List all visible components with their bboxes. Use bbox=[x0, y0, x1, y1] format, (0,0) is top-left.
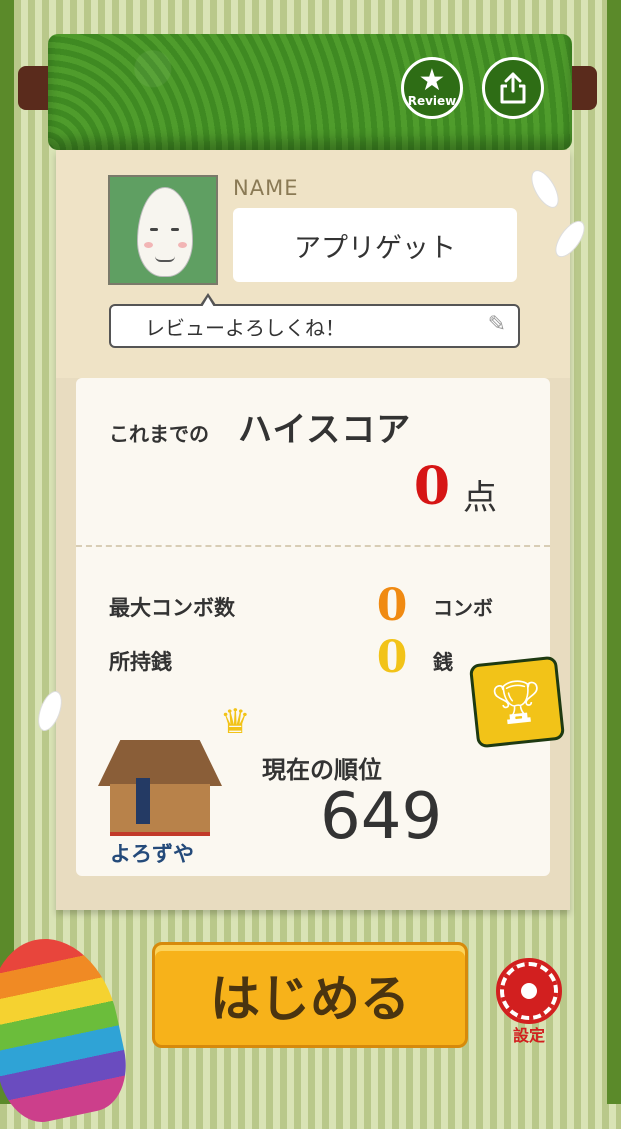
money-label: 所持銭 bbox=[109, 650, 172, 674]
high-score-title: ハイスコア bbox=[238, 410, 412, 450]
start-button[interactable]: はじめる bbox=[152, 942, 468, 1048]
settings-label: 設定 bbox=[512, 1026, 545, 1045]
max-combo-unit: コンボ bbox=[433, 596, 493, 620]
gear-icon bbox=[496, 958, 562, 1024]
share-button[interactable] bbox=[482, 57, 544, 119]
max-combo-label: 最大コンボ数 bbox=[109, 596, 235, 620]
avatar[interactable] bbox=[108, 175, 218, 285]
high-score-value: 0 bbox=[413, 456, 450, 517]
trophy-icon: 🏆︎ bbox=[487, 674, 547, 729]
high-score-unit: 点 bbox=[463, 478, 497, 518]
review-button[interactable]: ★ Review bbox=[401, 57, 463, 119]
message-field[interactable]: レビューよろしくね！ ✎ bbox=[109, 304, 520, 348]
money-unit: 銭 bbox=[433, 650, 453, 674]
star-icon: ★ bbox=[418, 63, 446, 98]
right-border bbox=[607, 0, 621, 1104]
left-border bbox=[0, 0, 14, 1104]
divider bbox=[76, 545, 550, 547]
money-value: 0 bbox=[376, 632, 408, 683]
settings-button[interactable]: 設定 bbox=[496, 958, 562, 1046]
name-label: NAME bbox=[233, 176, 299, 200]
rank-value: 649 bbox=[320, 780, 443, 854]
review-label: Review bbox=[407, 94, 457, 108]
high-score-prefix: これまでの bbox=[109, 422, 209, 446]
message-text: レビューよろしくね！ bbox=[145, 315, 345, 340]
name-field[interactable]: アプリゲット bbox=[233, 208, 517, 282]
trophy-button[interactable]: 🏆︎ bbox=[468, 655, 566, 749]
crown-icon: ♛ bbox=[220, 702, 251, 742]
max-combo-value: 0 bbox=[376, 580, 408, 631]
rainbow-character bbox=[0, 926, 136, 1129]
shop-name: よろずや bbox=[110, 842, 194, 866]
pencil-icon[interactable]: ✎ bbox=[488, 312, 506, 337]
rice-face-icon bbox=[137, 187, 193, 277]
share-icon bbox=[500, 72, 526, 104]
